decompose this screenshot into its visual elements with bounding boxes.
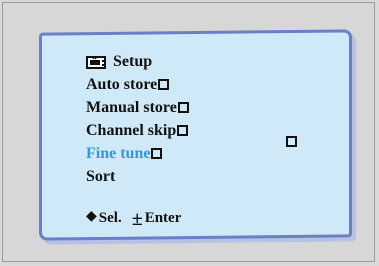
menu-item-channel-skip[interactable]: Channel skip xyxy=(86,119,189,142)
menu-item-manual-store[interactable]: Manual store xyxy=(86,96,189,119)
up-down-arrow-icon: ◆ xyxy=(86,209,97,224)
select-hint: ◆ Sel. xyxy=(86,210,122,227)
square-box-icon xyxy=(177,125,189,136)
menu-title: Setup xyxy=(113,53,153,70)
menu-item-label: Channel skip xyxy=(86,122,177,139)
menu-item-sort[interactable]: Sort xyxy=(86,165,189,188)
fine-tune-value-box xyxy=(286,136,297,147)
menu-item-fine-tune[interactable]: Fine tune xyxy=(86,142,189,165)
setup-menu: Setup Auto store Manual store Channel sk… xyxy=(86,50,189,188)
menu-item-label: Fine tune xyxy=(86,145,151,162)
square-box-icon xyxy=(177,102,189,113)
tv-icon xyxy=(86,55,106,69)
menu-footer: ◆ Sel. ± Enter xyxy=(86,208,182,230)
menu-item-label: Sort xyxy=(86,168,116,185)
plus-minus-icon: ± xyxy=(131,208,143,230)
menu-title-row: Setup xyxy=(86,50,189,73)
menu-item-label: Auto store xyxy=(86,76,158,93)
square-box-icon xyxy=(158,79,170,90)
square-box-icon xyxy=(151,148,163,159)
menu-item-label: Manual store xyxy=(86,99,177,116)
enter-label: Enter xyxy=(144,209,182,226)
enter-hint: ± Enter xyxy=(131,208,182,230)
menu-item-auto-store[interactable]: Auto store xyxy=(86,73,189,96)
select-label: Sel. xyxy=(98,209,122,226)
